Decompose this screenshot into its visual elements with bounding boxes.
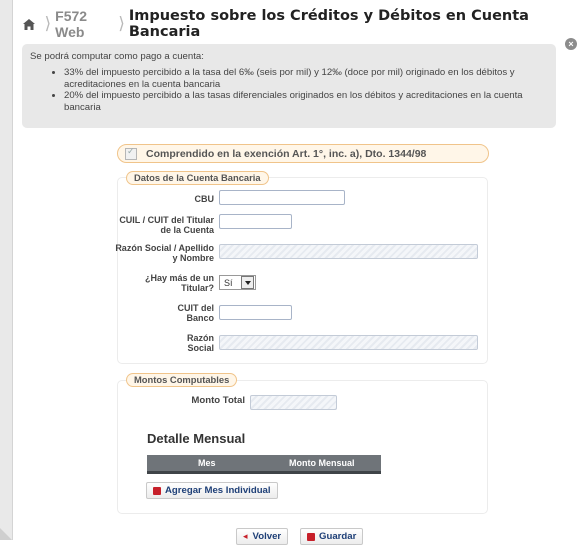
- save-icon: [307, 532, 315, 541]
- cuit-banco-label: CUIT del Banco: [177, 303, 214, 323]
- cuil-label: CUIL / CUIT del Titular de la Cuenta: [119, 215, 214, 235]
- cuit-banco-input[interactable]: [219, 305, 292, 320]
- exemption-row[interactable]: Comprendido en la exención Art. 1°, inc.…: [117, 144, 489, 163]
- info-intro: Se podrá computar como pago a cuenta:: [30, 51, 204, 62]
- monto-total-input: [250, 395, 337, 410]
- home-icon[interactable]: [22, 16, 37, 32]
- monthly-grid-header: Mes Monto Mensual: [147, 455, 381, 474]
- info-item: 33% del impuesto percibido a la tasa del…: [64, 67, 548, 90]
- add-month-label: Agregar Mes Individual: [165, 485, 271, 496]
- bank-account-legend: Datos de la Cuenta Bancaria: [126, 171, 269, 185]
- breadcrumb-app[interactable]: F572 Web: [55, 8, 114, 40]
- multi-holder-label: ¿Hay más de un Titular?: [144, 273, 214, 293]
- razon-social-nombre-label: Razón Social / Apellido y Nombre: [115, 243, 214, 263]
- page-title: Impuesto sobre los Créditos y Débitos en…: [128, 8, 529, 40]
- chevron-right-icon: ⟩: [118, 14, 125, 33]
- razon-social-nombre-input: [219, 244, 478, 259]
- left-rail: [0, 0, 13, 540]
- add-month-button[interactable]: Agregar Mes Individual: [146, 482, 278, 499]
- info-list: 33% del impuesto percibido a la tasa del…: [30, 67, 548, 113]
- exemption-label: Comprendido en la exención Art. 1°, inc.…: [146, 147, 427, 160]
- multi-holder-value: Sí: [224, 277, 233, 288]
- column-header-mes[interactable]: Mes: [198, 458, 216, 468]
- save-label: Guardar: [319, 531, 357, 542]
- back-button[interactable]: ◂ Volver: [236, 528, 289, 545]
- multi-holder-select[interactable]: Sí: [219, 275, 256, 290]
- column-header-monto[interactable]: Monto Mensual: [289, 458, 355, 468]
- cbu-label: CBU: [194, 194, 215, 204]
- cuil-input[interactable]: [219, 214, 292, 229]
- back-label: Volver: [252, 531, 282, 542]
- cbu-input[interactable]: [219, 190, 345, 205]
- info-box: Se podrá computar como pago a cuenta: 33…: [22, 44, 556, 128]
- detalle-mensual-title: Detalle Mensual: [147, 431, 246, 446]
- razon-social-label: Razón Social: [187, 333, 214, 353]
- resize-corner-icon[interactable]: [0, 528, 12, 540]
- exemption-checkbox[interactable]: [125, 146, 137, 160]
- breadcrumb: ⟩ F572 Web ⟩ Impuesto sobre los Créditos…: [22, 8, 561, 40]
- chevron-right-icon: ⟩: [44, 14, 52, 33]
- razon-social-input: [219, 335, 478, 350]
- info-item: 20% del impuesto percibido a las tasas d…: [64, 90, 548, 113]
- amounts-legend: Montos Computables: [126, 373, 238, 387]
- monto-total-label: Monto Total: [191, 395, 245, 406]
- back-arrow-icon: ◂: [243, 531, 248, 541]
- add-icon: [153, 486, 161, 495]
- save-button[interactable]: Guardar: [300, 528, 364, 545]
- close-icon[interactable]: ×: [565, 38, 577, 50]
- chevron-down-icon[interactable]: [241, 276, 254, 289]
